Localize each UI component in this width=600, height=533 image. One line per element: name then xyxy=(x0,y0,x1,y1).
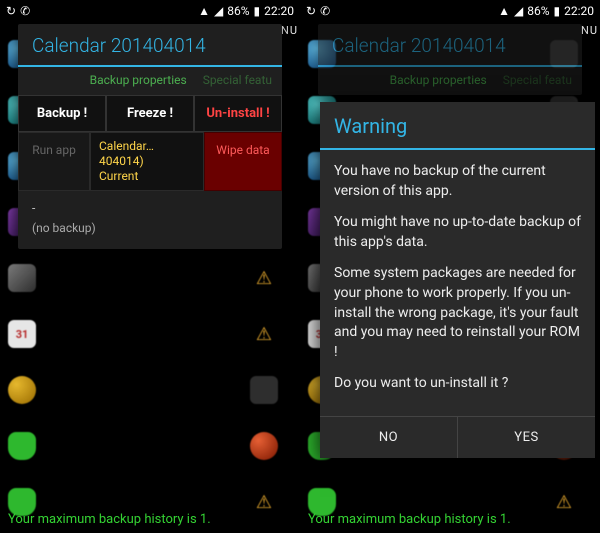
backup-history: - (no backup) xyxy=(18,191,282,249)
action-row-2: Run app Calendar…404014) Current Wipe da… xyxy=(18,132,282,191)
tab-backup-properties[interactable]: Backup properties xyxy=(90,73,187,87)
battery-percent: 86% xyxy=(227,4,249,18)
call-icon: ✆ xyxy=(320,4,330,18)
tab-backup-properties: Backup properties xyxy=(390,73,487,87)
app-dialog: Calendar 201404014 Backup properties Spe… xyxy=(18,24,282,249)
screen-right: 31 ↻ ✆ ▲ ◢ 86% ▮ 22:20 NU Calendar 20140… xyxy=(300,0,600,533)
freeze-button[interactable]: Freeze ! xyxy=(106,95,194,132)
bg-app-icon xyxy=(8,376,36,404)
status-time: 22:20 xyxy=(264,4,294,18)
tab-special-features: Special featu xyxy=(503,73,572,87)
warning-dialog: Warning You have no backup of the curren… xyxy=(320,102,595,458)
dialog-title: Calendar 201404014 xyxy=(318,24,582,67)
bg-app-icon xyxy=(250,264,278,292)
bg-app-icon xyxy=(8,432,36,460)
sync-icon: ↻ xyxy=(6,4,16,18)
sync-icon: ↻ xyxy=(306,4,316,18)
status-time: 22:20 xyxy=(564,4,594,18)
warning-button-row: NO YES xyxy=(320,416,595,458)
status-bar: ↻ ✆ ▲ ◢ 86% ▮ 22:20 xyxy=(300,0,600,22)
bg-app-icon xyxy=(8,264,36,292)
warning-body: You have no backup of the current versio… xyxy=(320,150,595,416)
warning-yes-button[interactable]: YES xyxy=(457,417,595,458)
action-row-1: Backup ! Freeze ! Un-install ! xyxy=(18,95,282,132)
call-icon: ✆ xyxy=(20,4,30,18)
bg-app-icon xyxy=(250,432,278,460)
warning-no-button[interactable]: NO xyxy=(320,417,457,458)
battery-icon: ▮ xyxy=(254,4,261,18)
wifi-icon: ▲ xyxy=(198,4,210,18)
wipe-data-button[interactable]: Wipe data xyxy=(204,132,282,191)
battery-icon: ▮ xyxy=(554,4,561,18)
current-line2: Current xyxy=(99,169,195,184)
header-fragment: NU xyxy=(281,24,298,37)
warning-text-4: Do you want to un-install it ? xyxy=(334,374,581,394)
warning-title: Warning xyxy=(320,102,595,150)
bg-app-icon xyxy=(250,376,278,404)
current-version-cell: Calendar…404014) Current xyxy=(90,132,204,191)
backup-button[interactable]: Backup ! xyxy=(18,95,106,132)
uninstall-button[interactable]: Un-install ! xyxy=(194,95,282,132)
wifi-icon: ▲ xyxy=(498,4,510,18)
app-dialog-dimmed: Calendar 201404014 Backup properties Spe… xyxy=(318,24,582,95)
warning-text-2: You might have no up-to-date backup of t… xyxy=(334,213,581,252)
battery-percent: 86% xyxy=(527,4,549,18)
warning-text-1: You have no backup of the current versio… xyxy=(334,162,581,201)
history-dash: - xyxy=(32,201,268,215)
current-line1: Calendar…404014) xyxy=(99,139,195,169)
dialog-tabs: Backup properties Special featu xyxy=(318,67,582,95)
status-bar: ↻ ✆ ▲ ◢ 86% ▮ 22:20 xyxy=(0,0,300,22)
dialog-tabs: Backup properties Special featu xyxy=(18,67,282,95)
screen-left: 31 ↻ ✆ ▲ ◢ 86% ▮ 22:20 NU Calendar 20140… xyxy=(0,0,300,533)
signal-icon: ◢ xyxy=(214,4,223,18)
signal-icon: ◢ xyxy=(514,4,523,18)
footer-note: Your maximum backup history is 1. xyxy=(0,512,300,527)
bg-app-icon xyxy=(250,320,278,348)
tab-special-features[interactable]: Special featu xyxy=(203,73,272,87)
bg-app-icon: 31 xyxy=(8,320,36,348)
dialog-title: Calendar 201404014 xyxy=(18,24,282,67)
warning-text-3: Some system packages are needed for your… xyxy=(334,264,581,362)
footer-note: Your maximum backup history is 1. xyxy=(300,512,600,527)
header-fragment: NU xyxy=(581,24,598,37)
run-app-button[interactable]: Run app xyxy=(18,132,90,191)
history-no-backup: (no backup) xyxy=(32,221,268,235)
